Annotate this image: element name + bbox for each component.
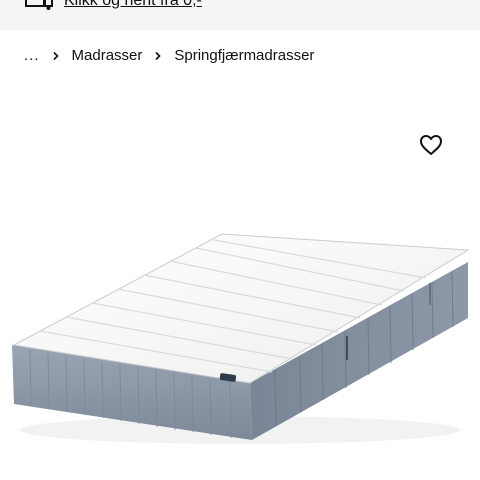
favourite-button[interactable] — [416, 131, 446, 159]
heart-outline-icon — [420, 135, 442, 155]
mattress-image — [12, 233, 470, 444]
product-page: Klikk og hent fra 0,- ... Madrasser Spri… — [0, 0, 480, 480]
